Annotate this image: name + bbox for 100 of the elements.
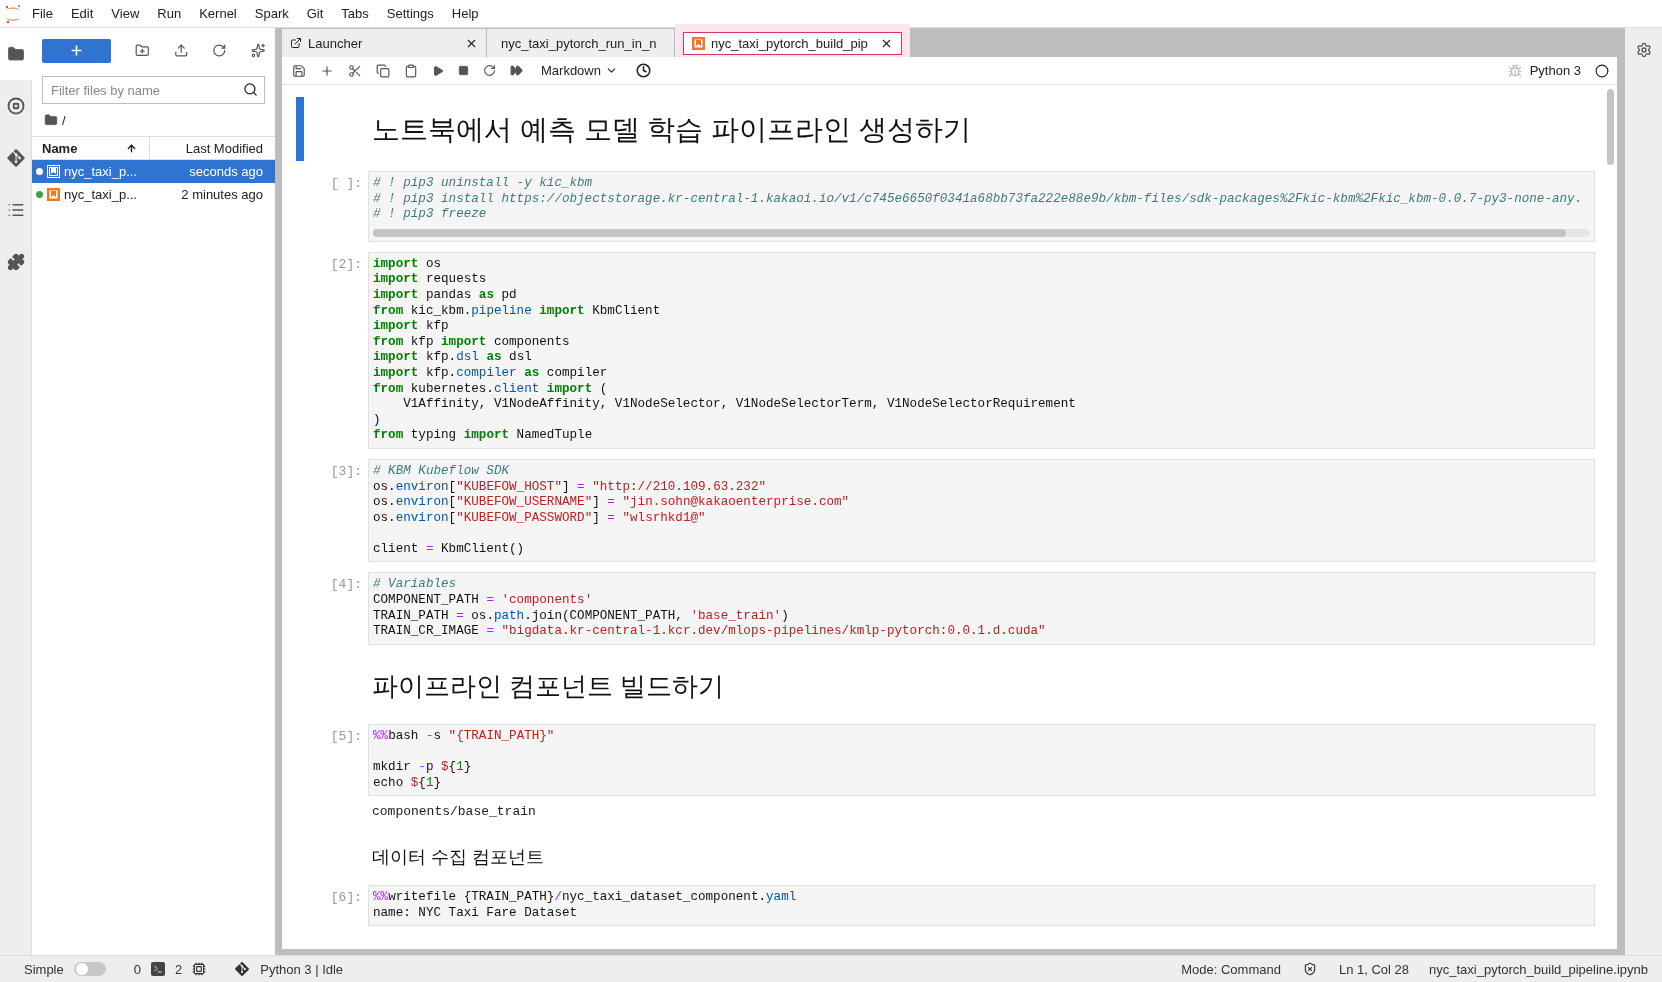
menu-item[interactable]: Settings	[378, 2, 442, 25]
code-line: COMPONENT_PATH = 'components'	[373, 593, 593, 609]
code-line: TRAIN_PATH = os.path.join(COMPONENT_PATH, 'base_train')	[373, 608, 789, 625]
code-line: # ! pip3 install https://objectstorage.kr-central-1.kakaoi.io/v1/c745e6650f0341a68bb73fa222e88e9b/kbm-files/sdk-packages%2Fkic-kbm%2Fkic_kbm-0.0.7-py3-none-any.	[373, 191, 1583, 208]
git-icon[interactable]	[5, 148, 26, 168]
restart-icon[interactable]	[483, 64, 496, 77]
cursor-position[interactable]: Ln 1, Col 28	[1338, 961, 1409, 977]
new-folder-icon[interactable]	[135, 43, 150, 58]
editor-mode: Mode: Command	[1181, 961, 1281, 977]
subsection-heading: 데이터 수집 컴포넌트	[371, 846, 545, 870]
code-cell[interactable]	[368, 458, 1595, 563]
cut-icon[interactable]	[348, 63, 362, 78]
refresh-icon[interactable]	[212, 43, 227, 58]
code-line: from kic_kbm.pipeline import KbmClient	[373, 303, 661, 320]
upload-icon[interactable]	[173, 43, 188, 58]
notebook-heading: 노트북에서 예측 모델 학습 파이프라인 생성하기	[371, 113, 972, 147]
notebook-icon	[47, 165, 60, 178]
file-name: nyc_taxi_p...	[64, 164, 138, 179]
kernel-name[interactable]: Python 3	[1529, 63, 1581, 78]
code-line: os.environ["KUBEFOW_PASSWORD"] = "wlsrhkd1@"	[373, 510, 706, 527]
menu-item[interactable]: Spark	[246, 2, 297, 25]
code-line: %%bash -s "{TRAIN_PATH}"	[373, 728, 555, 745]
cell-prompt: [6]:	[330, 890, 362, 906]
notebook-icon	[47, 188, 60, 201]
fast-forward-icon[interactable]	[510, 64, 523, 77]
code-cell[interactable]	[368, 251, 1595, 449]
code-line: import kfp.dsl as dsl	[373, 350, 532, 366]
simple-mode-toggle[interactable]	[73, 962, 106, 976]
code-line: echo ${1}	[373, 775, 442, 792]
app-logo-icon	[4, 3, 22, 24]
file-name: nyc_taxi_p...	[64, 187, 138, 202]
code-line: from typing import NamedTuple	[373, 428, 593, 444]
cell-prompt: [2]:	[330, 256, 362, 272]
code-line: %%writefile {TRAIN_PATH}/nyc_taxi_dataset_component.yaml	[373, 890, 797, 906]
menu-item[interactable]: Run	[149, 2, 190, 25]
terminal-icon[interactable]	[151, 962, 165, 976]
paste-icon[interactable]	[404, 63, 418, 78]
save-icon[interactable]	[292, 63, 306, 78]
list-icon[interactable]	[6, 201, 25, 219]
filter-field[interactable]: Filter files by name	[42, 76, 265, 104]
code-line: client = KbmClient()	[373, 541, 525, 558]
vertical-scrollbar[interactable]	[1606, 89, 1614, 165]
copy-icon[interactable]	[376, 63, 390, 78]
cell-output: components/base_train	[371, 803, 537, 822]
column-header[interactable]: Name	[42, 140, 78, 156]
clock-icon[interactable]	[635, 63, 651, 78]
code-cell[interactable]: %%writefile {TRAIN_PATH}/nyc_taxi_dataset_component.yaml name: NYC Taxi Fare Dataset	[368, 885, 1595, 927]
menu-item[interactable]: Kernel	[191, 2, 245, 25]
cpu-icon[interactable]	[192, 962, 207, 976]
code-cell[interactable]	[368, 171, 1595, 242]
shield-icon[interactable]	[1302, 962, 1317, 976]
search-icon	[243, 82, 258, 97]
code-line: V1Affinity, V1NodeAffinity, V1NodeSelector, V1NodeSelectorTerm, V1NodeSelectorRequirement	[402, 397, 1076, 413]
stop-icon[interactable]	[458, 65, 469, 76]
code-line: import kfp	[373, 319, 449, 335]
file-row[interactable]: nyc_taxi_p... 2 minutes ago	[32, 183, 275, 206]
kernel-status[interactable]: Python 3 | Idle	[260, 961, 344, 977]
cell-prompt: [3]:	[330, 463, 362, 479]
tab[interactable]: nyc_taxi_pytorch_run_in_n	[487, 29, 675, 57]
menu-item[interactable]: Help	[443, 2, 487, 25]
kernel-count: 2	[175, 961, 183, 977]
new-launcher-button[interactable]	[42, 38, 111, 63]
horizontal-scrollbar[interactable]	[373, 228, 1590, 237]
settings-icon[interactable]	[1635, 42, 1652, 58]
notebook-icon	[692, 37, 705, 50]
sort-arrow-icon	[126, 142, 137, 154]
menu-item[interactable]: View	[103, 2, 148, 25]
code-cell[interactable]: # Variables COMPONENT_PATH = 'components' TRAIN_PATH = os.path.join(COMPONENT_PATH, 'base_train') TRAIN_CR_IMAGE = "bigdata.kr-central-1.kcr.dev/mlops-pipelines/kmlp-pytorch:0.0.1.d.cuda"	[368, 572, 1595, 645]
terminal-count: 0	[133, 961, 141, 977]
file-path: nyc_taxi_pytorch_build_pipeline.ipynb	[1429, 961, 1648, 977]
code-line: )	[373, 412, 381, 429]
code-line: from kfp import components	[373, 334, 570, 351]
code-line: import kfp.compiler as compiler	[373, 365, 608, 382]
cell-prompt: [4]:	[330, 577, 362, 593]
menu-item[interactable]: Tabs	[333, 2, 377, 25]
modified-time: seconds ago	[189, 164, 263, 179]
code-line: # KBM Kubeflow SDK	[373, 463, 510, 480]
column-header[interactable]: Last Modified	[185, 140, 263, 156]
code-line: # ! pip3 uninstall -y kic_kbm	[373, 176, 593, 192]
git-icon[interactable]	[234, 961, 251, 977]
cell-type-dropdown[interactable]: Markdown	[537, 63, 622, 78]
plus-icon[interactable]	[320, 63, 334, 78]
code-cell[interactable]: %%bash -s "{TRAIN_PATH}" mkdir -p ${1} echo ${1}	[368, 723, 1595, 797]
code-line: # Variables	[373, 577, 457, 594]
file-row[interactable]: nyc_taxi_p... seconds ago	[32, 160, 275, 183]
menu-item[interactable]: File	[24, 2, 61, 25]
menu-item[interactable]: Git	[298, 2, 332, 25]
run-icon[interactable]	[432, 64, 444, 77]
folder-icon[interactable]	[44, 113, 58, 127]
code-line: os.environ["KUBEFOW_HOST"] = "http://210.109.63.232"	[373, 479, 767, 496]
breadcrumb[interactable]: /	[62, 112, 66, 128]
mode-label: Simple	[24, 961, 64, 977]
tab[interactable]: Launcher	[282, 29, 487, 57]
stop-circle-icon[interactable]	[6, 97, 25, 115]
folder-icon[interactable]	[6, 45, 25, 63]
code-line: os.environ["KUBEFOW_USERNAME"] = "jin.sohn@kakaoenterprise.com"	[373, 495, 850, 511]
puzzle-icon[interactable]	[6, 253, 25, 271]
code-line: import os	[373, 256, 442, 273]
code-line: import pandas as pd	[373, 287, 517, 304]
menu-item[interactable]: Edit	[62, 2, 102, 25]
